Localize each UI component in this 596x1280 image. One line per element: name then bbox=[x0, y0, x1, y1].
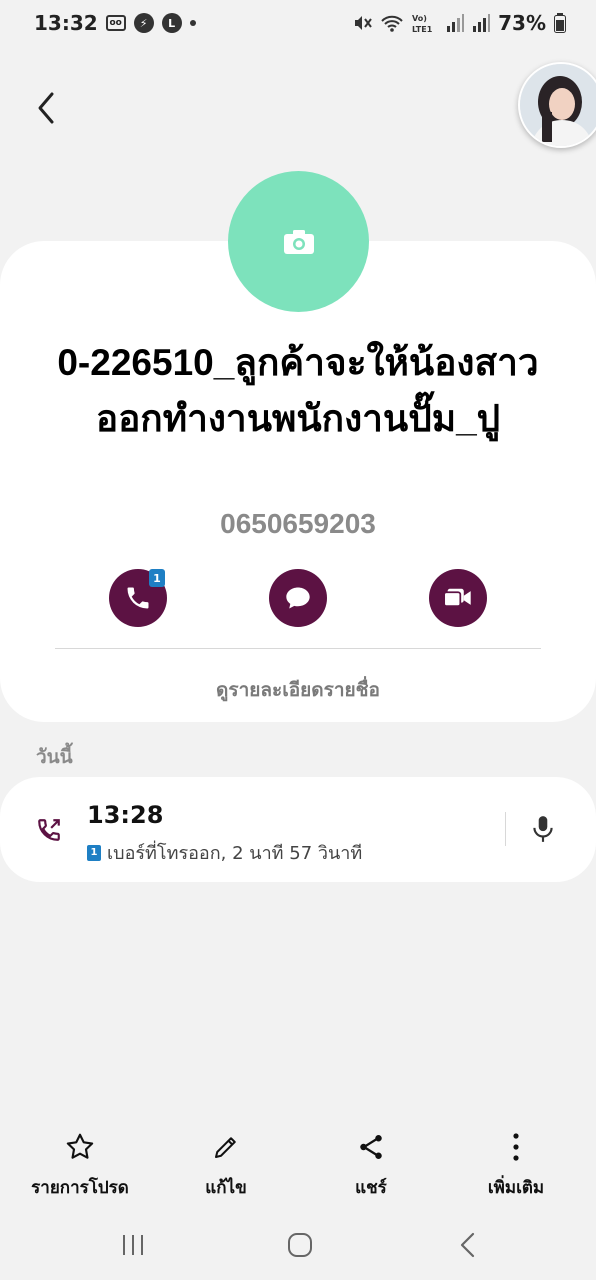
voicemail-icon: oo bbox=[105, 15, 126, 31]
status-left: 13:32 oo ⚡ L bbox=[34, 11, 196, 35]
camera-icon bbox=[283, 229, 314, 254]
recording-button[interactable] bbox=[530, 814, 556, 844]
video-call-button[interactable] bbox=[429, 569, 487, 627]
contact-name: 0-226510_ลูกค้าจะให้น้องสาวออกทำงานพนักง… bbox=[57, 342, 539, 439]
svg-text:LTE1: LTE1 bbox=[412, 25, 433, 34]
sim-badge: 1 bbox=[87, 844, 101, 861]
edit-label: แก้ไข bbox=[205, 1178, 247, 1198]
system-navigation-bar bbox=[0, 1215, 596, 1275]
contact-avatar[interactable] bbox=[228, 171, 369, 312]
dot-icon bbox=[189, 20, 196, 26]
call-log-detail: เบอร์ที่โทรออก, 2 นาที 57 วินาที bbox=[107, 843, 363, 864]
view-contact-details-link[interactable]: ดูรายละเอียดรายชื่อ bbox=[0, 675, 596, 705]
recent-apps-button[interactable] bbox=[113, 1229, 153, 1261]
chevron-left-icon bbox=[38, 92, 54, 124]
pencil-icon bbox=[151, 1130, 301, 1164]
status-bar: 13:32 oo ⚡ L Vo) LTE1 73% bbox=[0, 0, 596, 46]
favorites-button[interactable]: รายการโปรด bbox=[5, 1130, 155, 1201]
recent-apps-icon bbox=[123, 1235, 143, 1255]
phone-icon bbox=[127, 587, 149, 609]
outgoing-call-icon bbox=[36, 817, 62, 843]
home-icon bbox=[288, 1233, 312, 1257]
status-time: 13:32 bbox=[34, 11, 98, 35]
mute-icon bbox=[352, 13, 372, 33]
home-button[interactable] bbox=[280, 1229, 320, 1261]
status-right: Vo) LTE1 73% bbox=[352, 11, 566, 35]
mic-icon bbox=[533, 816, 553, 842]
sim-badge: 1 bbox=[149, 569, 165, 587]
bottom-action-bar: รายการโปรด แก้ไข แชร์ เพิ่มเติม bbox=[0, 1130, 596, 1210]
share-label: แชร์ bbox=[355, 1178, 387, 1198]
person-photo-icon bbox=[520, 64, 596, 146]
chat-icon bbox=[286, 587, 310, 609]
card-divider bbox=[55, 648, 541, 649]
more-button[interactable]: เพิ่มเติม bbox=[441, 1130, 591, 1201]
svg-text:Vo): Vo) bbox=[412, 14, 427, 23]
favorites-label: รายการโปรด bbox=[31, 1178, 129, 1198]
star-icon bbox=[5, 1130, 155, 1164]
battery-level: 73% bbox=[498, 11, 546, 35]
signal-icon bbox=[472, 14, 491, 32]
volte-icon: Vo) LTE1 bbox=[412, 12, 438, 34]
more-label: เพิ่มเติม bbox=[487, 1178, 545, 1198]
back-icon bbox=[460, 1232, 475, 1258]
phone-number[interactable]: 0650659203 bbox=[0, 508, 596, 540]
video-icon bbox=[443, 588, 471, 607]
profile-thumbnail[interactable] bbox=[518, 62, 596, 148]
call-log-detail-row: 1 เบอร์ที่โทรออก, 2 นาที 57 วินาที bbox=[87, 838, 362, 867]
log-divider bbox=[505, 812, 506, 846]
share-icon bbox=[296, 1130, 446, 1164]
nav-back-button[interactable] bbox=[448, 1229, 488, 1261]
contact-card bbox=[0, 241, 596, 722]
line-icon: L bbox=[161, 13, 182, 33]
section-label-today: วันนี้ bbox=[36, 746, 73, 768]
more-icon bbox=[441, 1130, 591, 1164]
message-button[interactable] bbox=[269, 569, 327, 627]
signal-icon bbox=[446, 14, 465, 32]
edit-button[interactable]: แก้ไข bbox=[151, 1130, 301, 1201]
battery-icon bbox=[554, 13, 566, 33]
back-button[interactable] bbox=[30, 88, 66, 128]
call-log-time: 13:28 bbox=[87, 801, 164, 829]
wifi-icon bbox=[380, 13, 404, 33]
messenger-icon: ⚡ bbox=[133, 13, 154, 33]
share-button[interactable]: แชร์ bbox=[296, 1130, 446, 1201]
